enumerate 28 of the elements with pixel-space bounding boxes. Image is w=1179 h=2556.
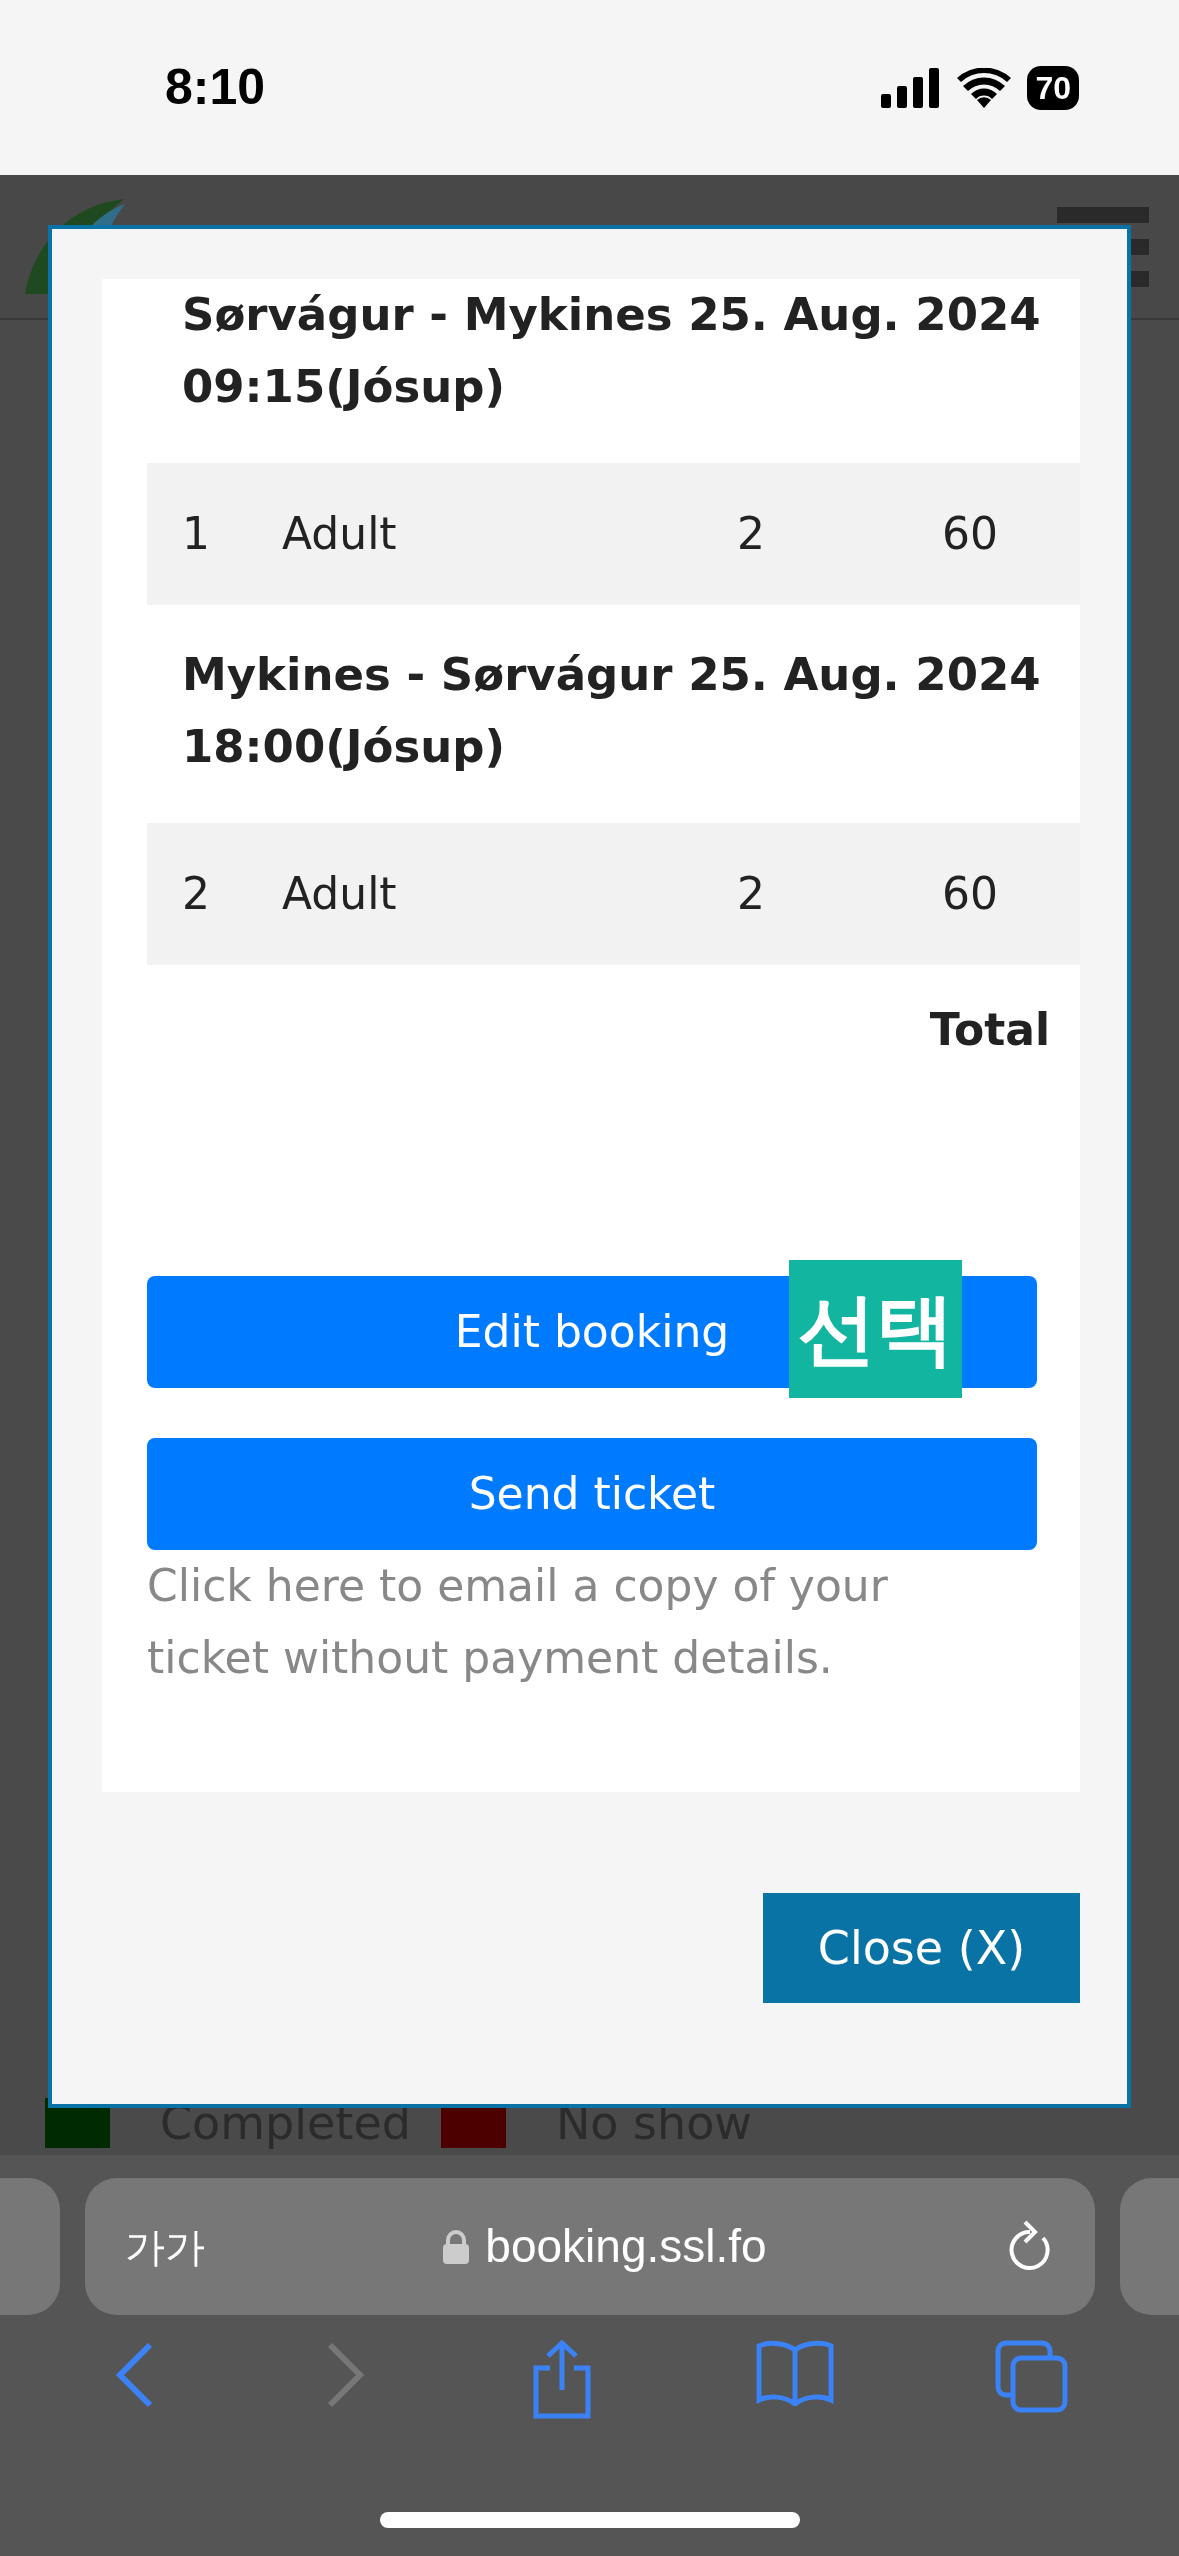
booking-button[interactable]: Send ticket (147, 1438, 1037, 1550)
trip-title: Sørvágur - Mykines 25. Aug. 2024 (181, 287, 1042, 343)
row-number: 2 (181, 867, 211, 921)
ticket-price: 60 (942, 507, 999, 561)
close-button[interactable]: Close (X) (763, 1893, 1080, 2003)
select-tooltip: 선택 (789, 1260, 962, 1398)
address-bar[interactable]: 가가 booking.ssl.fo (85, 2178, 1095, 2315)
trip-title: Mykines - Sørvágur 25. Aug. 2024 (181, 647, 1042, 703)
ticket-quantity: 2 (737, 867, 766, 921)
signal-icon (881, 67, 942, 108)
ticket-type: Adult (282, 507, 398, 561)
trip-time: 09:15(Jósup) (181, 359, 507, 415)
ticket-price: 60 (942, 867, 999, 921)
trip-time: 18:00(Jósup) (181, 719, 507, 775)
text-size-button[interactable]: 가가 (125, 2216, 205, 2277)
ticket-type: Adult (282, 867, 398, 921)
battery-level: 70 (1027, 65, 1079, 110)
status-time: 8:10 (165, 58, 266, 117)
book-icon[interactable] (754, 2340, 835, 2406)
tabs-icon[interactable] (994, 2340, 1069, 2414)
total-label: Total (928, 1003, 1051, 1057)
lock-icon (443, 2229, 470, 2264)
wifi-icon (957, 67, 1012, 108)
row-number: 1 (181, 507, 211, 561)
url-text: booking.ssl.fo (485, 2219, 767, 2274)
tab-preview[interactable] (1120, 2178, 1179, 2315)
email-note: Click here to email a copy of your ticket without payment details. (147, 1559, 889, 1685)
ticket-quantity: 2 (737, 507, 766, 561)
